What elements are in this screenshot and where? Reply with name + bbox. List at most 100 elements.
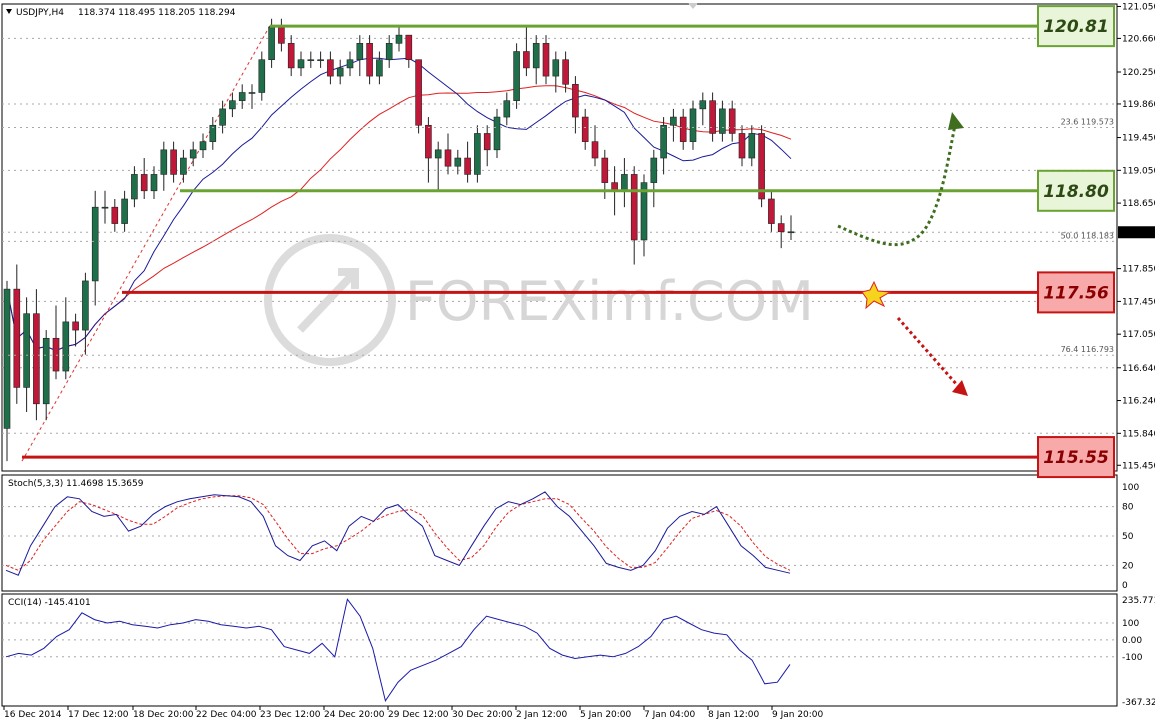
candle-body [425,124,432,159]
candle-body [660,124,667,159]
stoch-tick-label: 100 [1122,483,1139,493]
candle-body [111,206,119,224]
time-tick-label: 23 Dec 12:00 [260,710,321,720]
candle-body [542,43,550,77]
candle-body [189,149,197,159]
time-tick-label: 18 Dec 20:00 [133,710,194,720]
candle-body [552,59,560,77]
price-chart[interactable]: FOREXimf.COM 120.81 118.80 117.56 115.55 23.6… [0,0,1155,723]
candle-body [483,133,491,151]
cci-tick-label: -367.321 [1122,698,1155,708]
time-tick-label: 8 Jan 12:00 [708,710,760,720]
candle-body [346,59,354,69]
candle-body [287,43,295,69]
price-tick-label: 117.450 [1122,297,1155,307]
price-tick-label: 119.050 [1122,166,1155,176]
price-tick-label: 120.250 [1122,68,1155,78]
candle-body [140,174,148,192]
current-price-label: 118.294 [1121,228,1155,238]
candle-body [562,59,569,85]
stoch-tick-label: 50 [1122,532,1134,542]
candle-body [454,157,462,167]
candle-body [52,337,60,372]
candle-body [180,157,187,175]
cci-tick-label: 100 [1122,619,1139,629]
watermark-text: FOREXimf.COM [405,270,814,333]
candle-body [748,133,756,159]
cci-label: CCI(14) -145.4101 [8,598,91,608]
candle-body [719,108,726,134]
candle-body [385,43,393,61]
candle-body [72,321,79,331]
candle-body [738,133,746,159]
time-tick-label: 2 Jan 12:00 [516,710,568,720]
ohlc-label: 118.374 118.495 118.205 118.294 [78,8,236,18]
candle-body [689,108,697,142]
candle-body [297,59,305,69]
time-tick-label: 5 Jan 20:00 [580,710,632,720]
fib-label-2: 76.4 116.793 [1061,345,1114,354]
time-tick-label: 9 Jan 20:00 [772,710,824,720]
candle-body [13,288,21,388]
candle-body [787,231,795,234]
candle-body [238,92,246,101]
candle-body [376,59,383,77]
candle-body [768,198,775,224]
time-tick-label: 24 Dec 20:00 [324,710,385,720]
candle-body [219,108,226,126]
candle-body [336,67,344,77]
candle-body [268,26,275,61]
candle-body [434,149,442,159]
level-label-3: 115.55 [1043,448,1109,468]
candle-body [405,34,413,61]
candle-body [199,141,207,151]
candle-body [258,59,266,93]
price-tick-label: 116.240 [1122,397,1155,407]
price-tick-label: 120.660 [1122,34,1155,44]
price-tick-label: 115.450 [1122,461,1155,471]
level-label-0: 120.81 [1043,17,1109,37]
candle-body [91,206,99,282]
candle-body [630,174,638,241]
candle-body [82,280,89,331]
candle-body [33,313,40,405]
level-label-1: 118.80 [1043,182,1109,202]
candle-body [474,133,481,175]
candle-body [699,100,707,110]
candle-body [170,149,177,175]
candle-body [709,100,716,134]
fib-label-0: 23.6 119.573 [1061,117,1114,126]
candle-body [356,43,364,61]
candle-body [160,149,168,175]
candle-body [307,59,315,62]
time-tick-label: 16 Dec 2014 [4,710,62,720]
price-tick-label: 117.850 [1122,265,1155,275]
time-tick-label: 17 Dec 12:00 [68,710,129,720]
candle-body [523,51,530,69]
candle-body [3,288,11,429]
candle-body [395,34,403,44]
price-tick-label: 115.840 [1122,429,1155,439]
symbol-label: USDJPY,H4 [16,8,64,18]
level-label-2: 117.56 [1043,283,1109,303]
fib-label-1: 50.0 118.183 [1061,231,1114,240]
price-tick-label: 118.650 [1122,199,1155,209]
candle-body [278,26,285,44]
candle-body [317,59,324,62]
candle-body [121,198,128,224]
candle-body [621,174,628,192]
candle-body [493,116,501,151]
candle-body [758,133,765,200]
candle-body [131,174,138,200]
candle-body [150,174,158,192]
price-tick-label: 119.860 [1122,100,1155,110]
candle-body [513,51,520,101]
stoch-tick-label: 80 [1122,503,1134,513]
time-tick-label: 22 Dec 04:00 [196,710,257,720]
candle-body [444,149,452,167]
candle-body [464,157,471,175]
cci-tick-label: -100 [1122,653,1143,663]
price-tick-label: 117.050 [1122,330,1155,340]
cci-tick-label: 235.771 [1122,596,1155,606]
candle-body [679,116,687,142]
